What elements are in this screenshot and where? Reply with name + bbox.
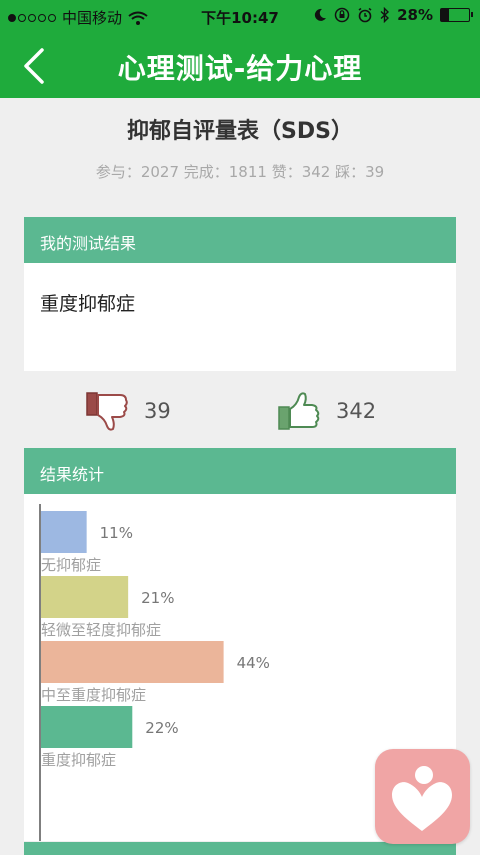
statistics-card-header: 结果统计 xyxy=(24,448,456,494)
dislike-count: 39 xyxy=(144,399,171,423)
chart-category-label: 轻微至轻度抑郁症 xyxy=(41,621,161,639)
like-count: 342 xyxy=(336,399,377,423)
wifi-icon xyxy=(128,11,148,25)
result-text: 重度抑郁症 xyxy=(40,293,136,315)
carrier-label: 中国移动 xyxy=(62,9,123,27)
test-stats: 参与：2027 完成：1811 赞：342 踩：39 xyxy=(95,163,385,181)
chart-category-label: 无抑郁症 xyxy=(41,556,101,574)
moon-icon xyxy=(314,8,327,21)
chart-value-label: 44% xyxy=(237,654,270,672)
status-bar-left: 中国移动 xyxy=(8,7,148,28)
nav-bar: 心理测试-给力心理 xyxy=(0,34,480,98)
thumbs-up-icon xyxy=(278,392,320,430)
heart-person-icon xyxy=(392,766,452,831)
back-button[interactable] xyxy=(18,44,52,88)
result-card-header: 我的测试结果 xyxy=(24,217,456,263)
like-button[interactable]: 342 xyxy=(276,389,376,433)
chart-bar xyxy=(41,576,129,618)
battery-icon xyxy=(440,8,473,22)
test-title: 抑郁自评量表（SDS） xyxy=(127,119,353,144)
status-bar-right: 28% xyxy=(313,6,473,24)
result-card: 我的测试结果 重度抑郁症 xyxy=(24,217,456,371)
floating-action-button[interactable] xyxy=(375,749,470,844)
chart-category-label: 中至重度抑郁症 xyxy=(41,686,146,704)
chart-bar xyxy=(41,641,224,683)
vote-row: 39 342 xyxy=(0,385,480,435)
chevron-left-icon xyxy=(24,48,44,84)
chart-value-label: 22% xyxy=(145,719,178,737)
alarm-icon xyxy=(358,7,372,23)
nav-title: 心理测试-给力心理 xyxy=(117,52,363,85)
chart-category-label: 重度抑郁症 xyxy=(41,751,116,769)
chart-value-label: 11% xyxy=(100,524,133,542)
battery-percent: 28% xyxy=(397,6,433,24)
chart-bar xyxy=(41,706,133,748)
bluetooth-icon xyxy=(380,7,390,23)
dislike-button[interactable]: 39 xyxy=(84,389,171,433)
status-bar: 中国移动 下午10:47 28% xyxy=(0,0,480,34)
chart-bar xyxy=(41,511,87,553)
battery-fill xyxy=(441,9,449,21)
signal-strength-icon xyxy=(8,13,56,22)
rotation-lock-icon xyxy=(334,7,350,23)
chart-value-label: 21% xyxy=(141,589,174,607)
thumbs-down-icon xyxy=(86,392,128,431)
